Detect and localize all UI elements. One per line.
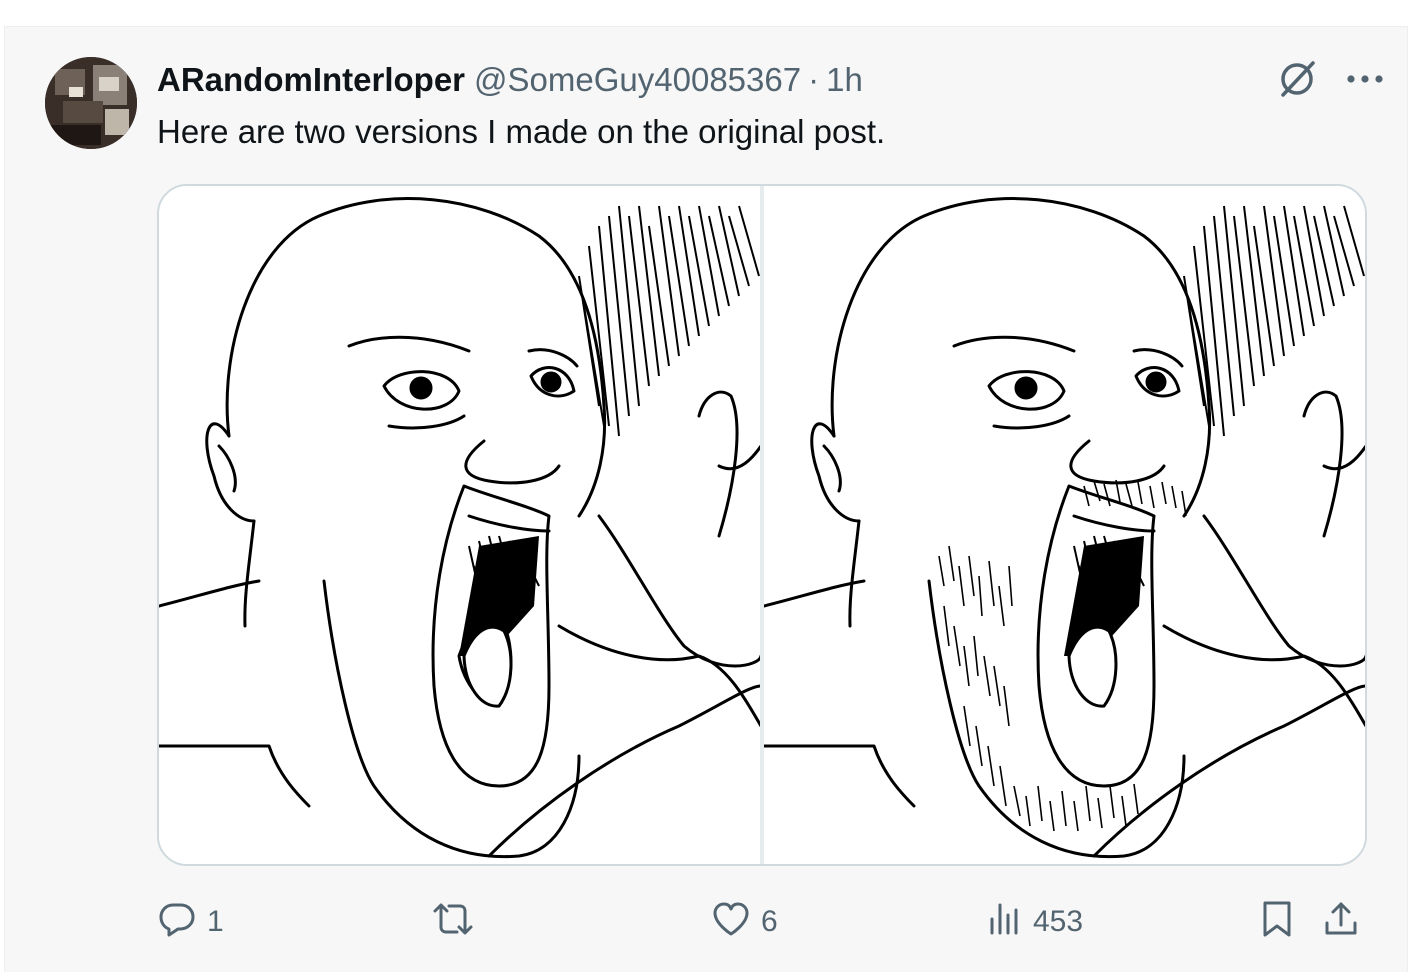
bookmark-button[interactable] xyxy=(1259,899,1295,944)
bookmark-icon xyxy=(1259,899,1295,944)
tweet-text: Here are two versions I made on the orig… xyxy=(157,113,886,150)
like-count: 6 xyxy=(761,904,778,938)
media-image-left[interactable] xyxy=(159,186,760,864)
share-icon xyxy=(1321,899,1361,944)
reply-count: 1 xyxy=(207,904,224,938)
reply-icon xyxy=(157,899,197,944)
slashed-circle-icon[interactable] xyxy=(1275,57,1319,101)
top-strip xyxy=(0,0,1418,26)
tweet-card[interactable]: ARandomInterloper @SomeGuy40085367 · 1h … xyxy=(4,26,1408,972)
more-dots-icon[interactable] xyxy=(1345,69,1385,89)
reply-button[interactable]: 1 xyxy=(157,899,224,944)
tweet-action-bar: 1 6 453 xyxy=(157,893,1367,949)
like-button[interactable]: 6 xyxy=(711,899,778,944)
author-handle[interactable]: @SomeGuy40085367 xyxy=(474,61,801,99)
avatar[interactable] xyxy=(45,57,137,149)
tweet-top-actions xyxy=(1275,57,1385,101)
author-display-name[interactable]: ARandomInterloper xyxy=(157,61,465,99)
repost-icon xyxy=(431,899,475,944)
media-image-right[interactable] xyxy=(764,186,1365,864)
tweet-header: ARandomInterloper @SomeGuy40085367 · 1h xyxy=(157,61,863,101)
media-grid xyxy=(157,184,1367,866)
view-count: 453 xyxy=(1033,904,1084,938)
views-button[interactable]: 453 xyxy=(987,899,1083,944)
analytics-bar-icon xyxy=(987,899,1023,944)
tweet-timestamp[interactable]: 1h xyxy=(826,61,863,99)
share-button[interactable] xyxy=(1321,899,1361,944)
repost-button[interactable] xyxy=(431,899,485,944)
heart-icon xyxy=(711,899,751,944)
separator-dot: · xyxy=(808,61,820,98)
